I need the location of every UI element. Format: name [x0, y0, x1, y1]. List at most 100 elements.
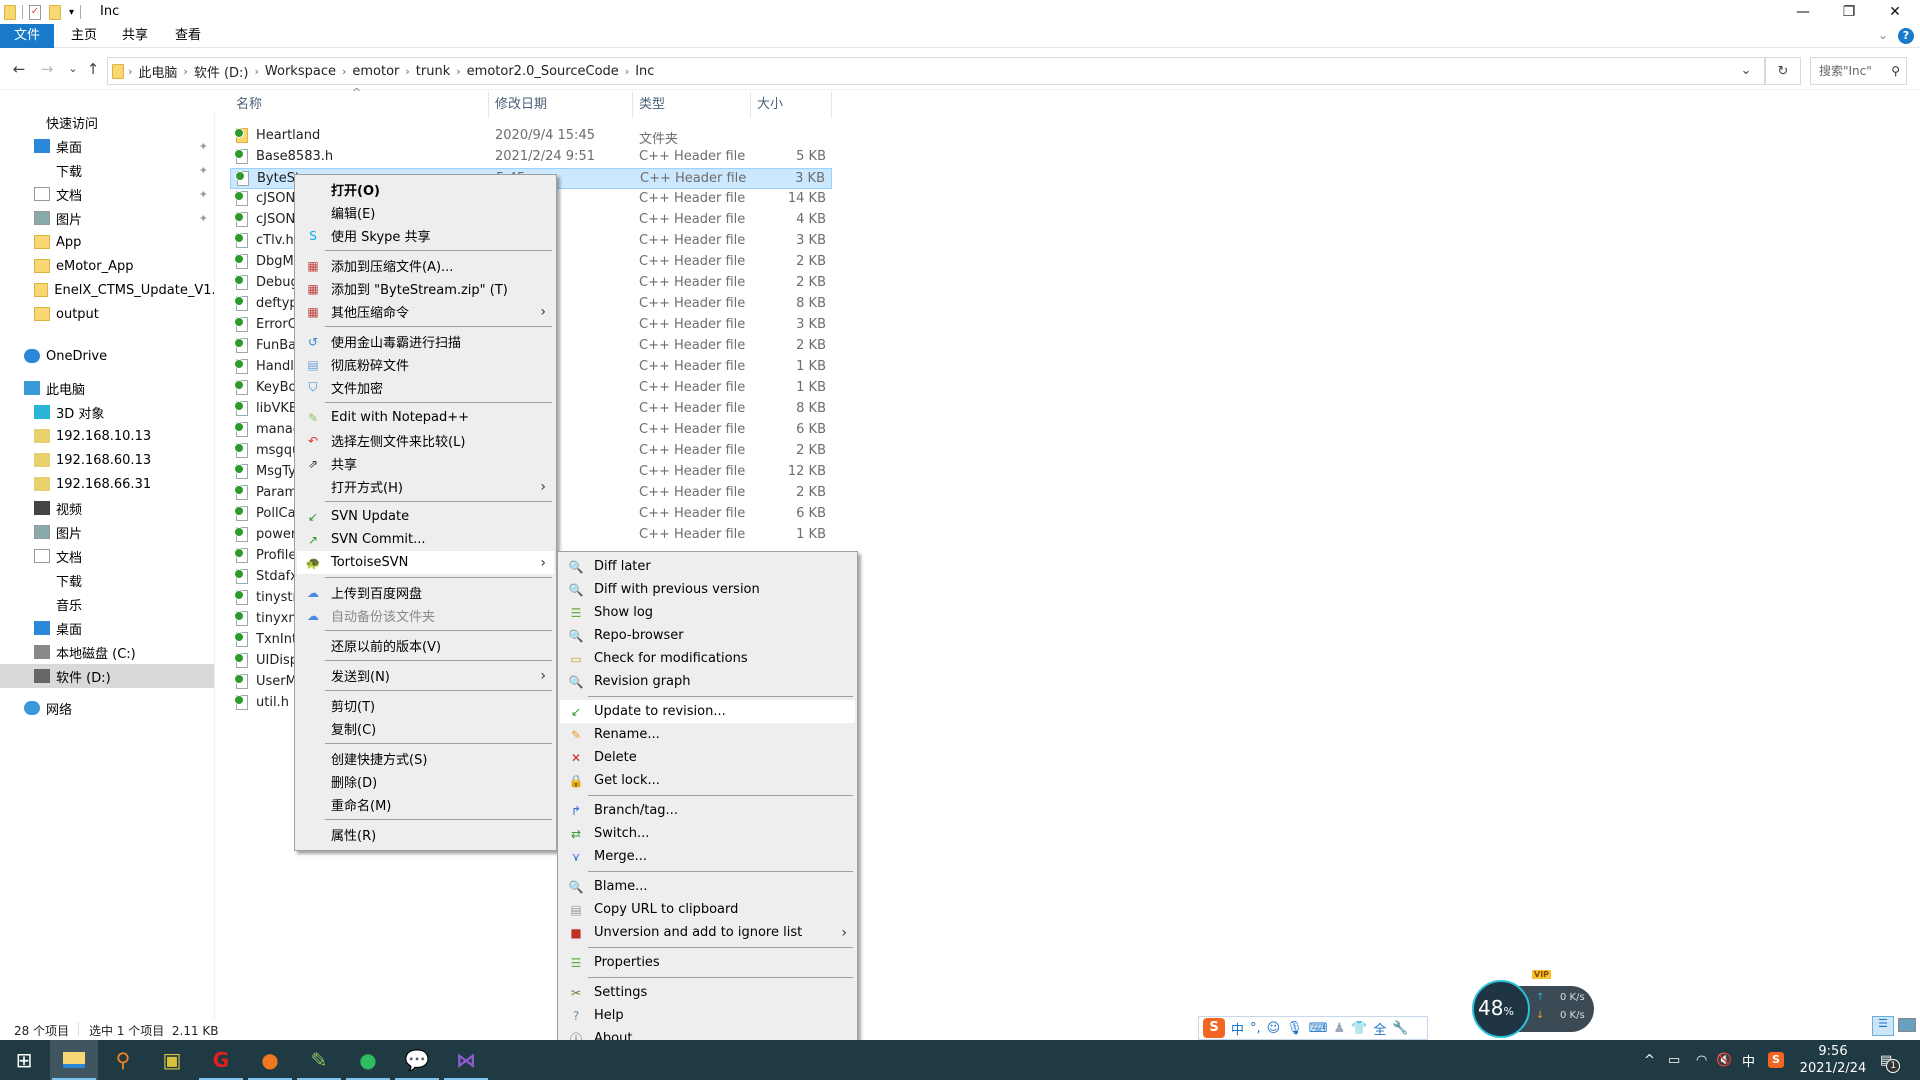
tab-view[interactable]: 查看: [168, 24, 208, 48]
menu-item-compare[interactable]: ↶ 选择左侧文件来比较(L): [297, 429, 554, 452]
menu-item-delete[interactable]: ✕ Delete: [560, 746, 855, 769]
menu-item-check-modifications[interactable]: ▭ Check for modifications: [560, 647, 855, 670]
menu-item-menu-item[interactable]: 删除(D): [297, 770, 554, 793]
customize-qat-icon[interactable]: ▾: [69, 7, 74, 18]
minimize-button[interactable]: —: [1780, 0, 1826, 24]
sidebar-item[interactable]: 下载: [0, 568, 214, 592]
menu-item-winrar[interactable]: ▦ 添加到 "ByteStream.zip" (T): [297, 277, 554, 300]
sogou-tray-icon[interactable]: S: [1768, 1040, 1784, 1080]
menu-item-share[interactable]: ⇗ 共享: [297, 452, 554, 475]
menu-item-menu-item[interactable]: 重命名(M): [297, 793, 554, 816]
sidebar-item[interactable]: 图片: [0, 520, 214, 544]
menu-item-notepad-plus[interactable]: ✎ Edit with Notepad++: [297, 406, 554, 429]
sidebar-item[interactable]: 192.168.10.13: [0, 424, 214, 448]
menu-item-rename[interactable]: ✎ Rename...: [560, 723, 855, 746]
sidebar-item[interactable]: 网络: [0, 696, 214, 720]
file-row[interactable]: Heartland 2020/9/4 15:45 文件夹: [230, 126, 832, 147]
menu-item-menu-item[interactable]: 打开方式(H) ›: [297, 475, 554, 498]
foxit-icon[interactable]: G: [197, 1040, 245, 1080]
breadcrumb-trunk[interactable]: trunk: [416, 64, 450, 79]
menu-item-menu-item[interactable]: 复制(C): [297, 717, 554, 740]
keyboard-icon[interactable]: ⌨: [1309, 1021, 1328, 1036]
menu-item-copy-url[interactable]: ▤ Copy URL to clipboard: [560, 898, 855, 921]
skin-icon[interactable]: 👕: [1351, 1021, 1367, 1036]
sogou-logo-icon[interactable]: S: [1203, 1018, 1225, 1038]
menu-item-diff[interactable]: 🔍 Diff later: [560, 555, 855, 578]
properties-qat-icon[interactable]: ✓: [29, 4, 41, 20]
menu-item-svn-update[interactable]: ↙ SVN Update: [297, 505, 554, 528]
address-bar[interactable]: › 此电脑 › 软件 (D:) › Workspace › emotor › t…: [107, 57, 1765, 85]
sidebar-item[interactable]: App: [0, 230, 214, 254]
up-button[interactable]: ↑: [82, 58, 104, 80]
file-explorer-icon[interactable]: [50, 1040, 98, 1080]
ime-punctuation[interactable]: °,: [1250, 1021, 1261, 1036]
menu-item-skype[interactable]: S 使用 Skype 共享: [297, 224, 554, 247]
tab-file[interactable]: 文件: [0, 24, 54, 48]
start-icon[interactable]: ⊞: [0, 1040, 48, 1080]
menu-item-menu-item[interactable]: 创建快捷方式(S): [297, 747, 554, 770]
menu-item-update-revision[interactable]: ↙ Update to revision...: [560, 700, 855, 723]
close-button[interactable]: ✕: [1872, 0, 1918, 24]
sidebar-item[interactable]: 软件 (D:): [0, 664, 214, 688]
sidebar-item[interactable]: OneDrive: [0, 344, 214, 368]
help-icon[interactable]: ?: [1898, 28, 1914, 44]
breadcrumb-workspace[interactable]: Workspace: [265, 64, 336, 79]
menu-item-menu-item[interactable]: 打开(O): [297, 178, 554, 201]
menu-item-repo-browser[interactable]: 🔍 Repo-browser: [560, 624, 855, 647]
fullwidth-icon[interactable]: 全: [1373, 1019, 1386, 1038]
evernote-icon[interactable]: ●: [344, 1040, 392, 1080]
menu-item-baidu-netdisk[interactable]: ☁ 自动备份该文件夹: [297, 604, 554, 627]
menu-item-winrar[interactable]: ▦ 其他压缩命令 ›: [297, 300, 554, 323]
sidebar-item[interactable]: 3D 对象: [0, 400, 214, 424]
new-folder-qat-icon[interactable]: [49, 4, 61, 20]
sidebar-item[interactable]: 192.168.66.31: [0, 472, 214, 496]
forward-button[interactable]: →: [36, 58, 58, 80]
menu-item-winrar[interactable]: ▦ 添加到压缩文件(A)...: [297, 254, 554, 277]
microphone-icon[interactable]: 🎙: [1286, 1021, 1303, 1036]
maximize-button[interactable]: ❐: [1826, 0, 1872, 24]
text-editor-icon[interactable]: ▣: [148, 1040, 196, 1080]
menu-item-log[interactable]: ☰ Show log: [560, 601, 855, 624]
menu-item-baidu-netdisk[interactable]: ☁ 上传到百度网盘: [297, 581, 554, 604]
column-size[interactable]: 大小: [751, 92, 832, 118]
search-app-icon[interactable]: ⚲: [99, 1040, 147, 1080]
breadcrumb-emotor[interactable]: emotor: [352, 64, 399, 79]
network-monitor-widget[interactable]: 48% ↑ 0 K/s ↓ 0 K/s VIP: [1472, 970, 1594, 1038]
menu-item-blame[interactable]: 🔍 Blame...: [560, 875, 855, 898]
menu-item-lock[interactable]: 🔒 Get lock...: [560, 769, 855, 792]
details-view-button[interactable]: ☰: [1872, 1016, 1894, 1036]
tools-icon[interactable]: 🔧: [1392, 1021, 1408, 1036]
sidebar-item[interactable]: output: [0, 302, 214, 326]
sidebar-item[interactable]: 快速访问: [0, 110, 214, 134]
ribbon-collapse-icon[interactable]: ⌄: [1878, 28, 1888, 42]
sidebar-item[interactable]: 桌面: [0, 616, 214, 640]
menu-item-antivirus-scan[interactable]: ↺ 使用金山毒霸进行扫描: [297, 330, 554, 353]
sidebar-item[interactable]: 音乐: [0, 592, 214, 616]
ime-indicator[interactable]: 中: [1742, 1040, 1755, 1080]
notepad-icon[interactable]: ✎: [295, 1040, 343, 1080]
breadcrumb-sourcecode[interactable]: emotor2.0_SourceCode: [467, 64, 619, 79]
sidebar-item[interactable]: EnelX_CTMS_Update_V1.1.0: [0, 278, 214, 302]
menu-item-diff[interactable]: 🔍 Diff with previous version: [560, 578, 855, 601]
sidebar-item[interactable]: eMotor_App: [0, 254, 214, 278]
menu-item-menu-item[interactable]: 发送到(N) ›: [297, 664, 554, 687]
sidebar-item[interactable]: 此电脑: [0, 376, 214, 400]
column-type[interactable]: 类型: [633, 92, 751, 118]
menu-item-branch[interactable]: ↱ Branch/tag...: [560, 799, 855, 822]
menu-item-menu-item[interactable]: 编辑(E): [297, 201, 554, 224]
breadcrumb-this-pc[interactable]: 此电脑: [138, 62, 177, 81]
sidebar-item[interactable]: 视频: [0, 496, 214, 520]
address-dropdown-button[interactable]: ⌄: [1728, 58, 1764, 84]
column-date[interactable]: 修改日期: [489, 92, 633, 118]
action-center-icon[interactable]: ▤ 1: [1880, 1040, 1906, 1080]
breadcrumb-drive-d[interactable]: 软件 (D:): [194, 62, 249, 81]
sidebar-item[interactable]: 本地磁盘 (C:): [0, 640, 214, 664]
recent-locations-button[interactable]: ⌄: [62, 58, 84, 80]
show-hidden-icons-button[interactable]: ^: [1644, 1040, 1655, 1080]
volume-muted-icon[interactable]: 🔇: [1716, 1040, 1732, 1080]
sidebar-item[interactable]: 文档 ✦: [0, 182, 214, 206]
visual-studio-icon[interactable]: ⋈: [442, 1040, 490, 1080]
wechat-icon[interactable]: 💬: [393, 1040, 441, 1080]
menu-item-settings[interactable]: ✂ Settings: [560, 981, 855, 1004]
tab-home[interactable]: 主页: [64, 24, 104, 48]
